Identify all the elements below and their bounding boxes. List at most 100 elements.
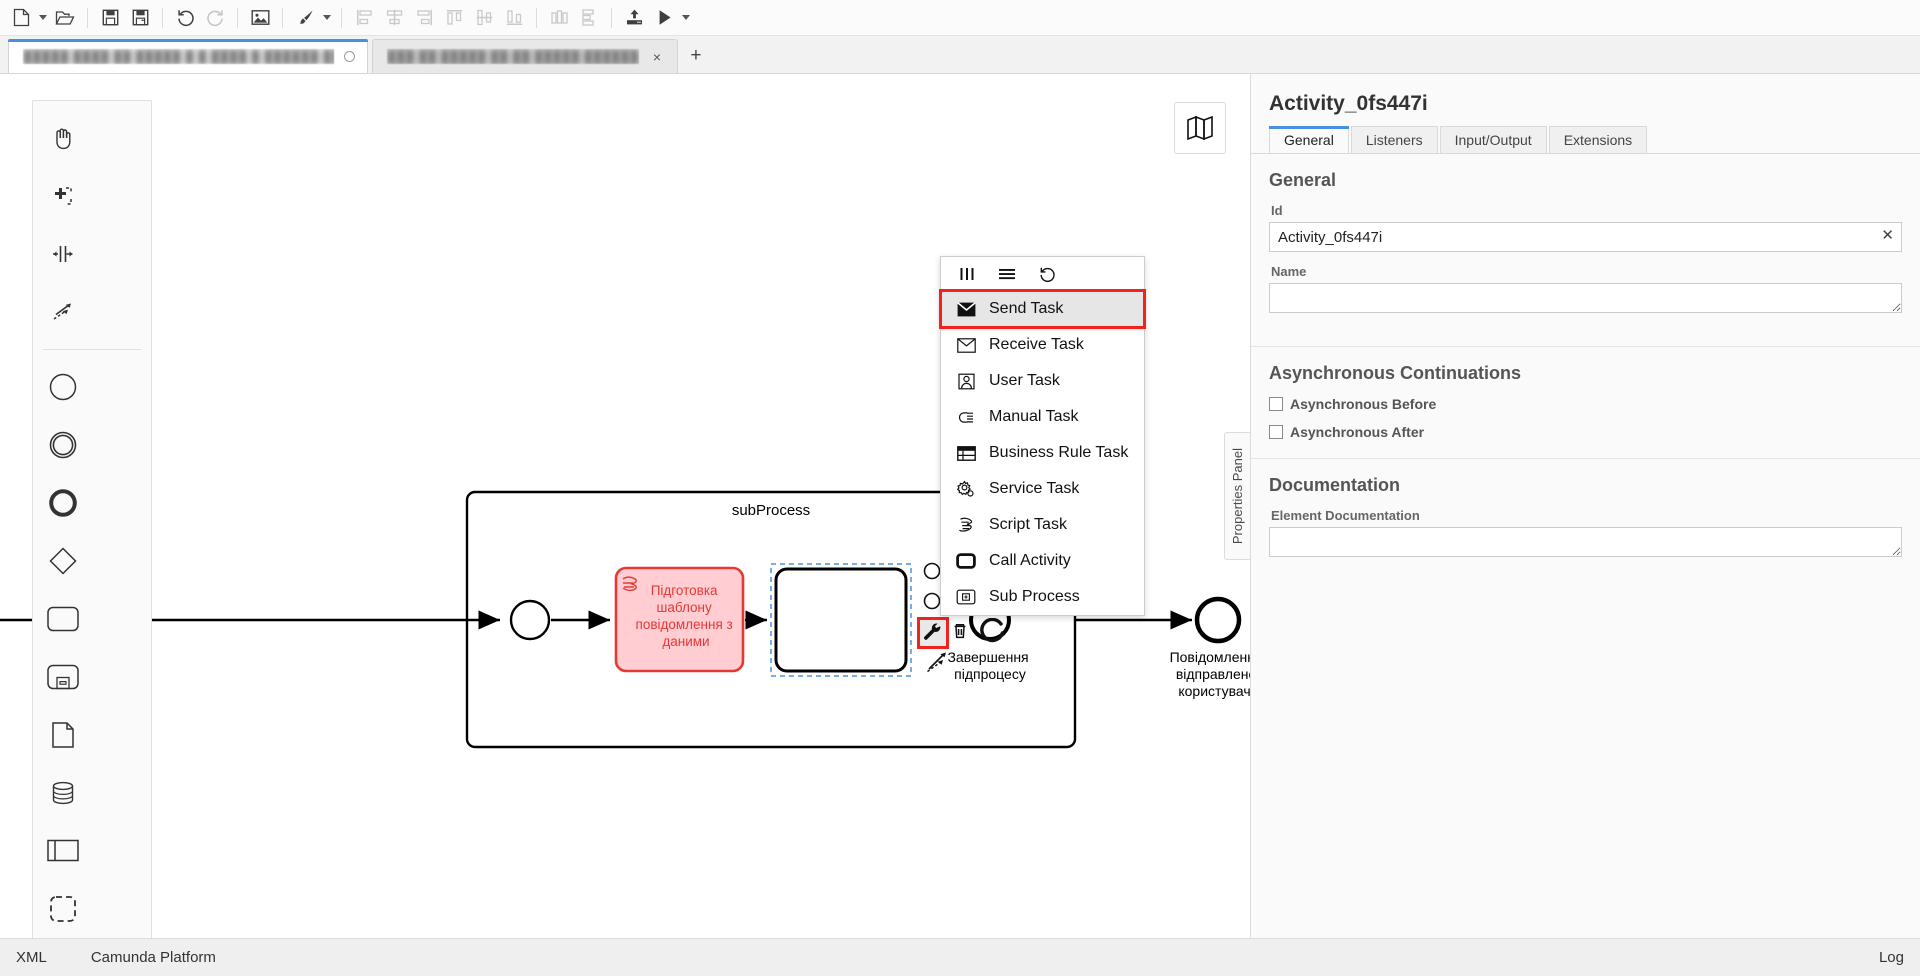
name-input[interactable] xyxy=(1269,283,1902,313)
id-input[interactable] xyxy=(1269,222,1902,252)
status-bar: XML Camunda Platform Log xyxy=(0,938,1920,976)
async-after-row[interactable]: Asynchronous After xyxy=(1269,424,1902,440)
replace-option-manual-task[interactable]: Manual Task xyxy=(941,399,1144,435)
async-continuations-group: Asynchronous Continuations Asynchronous … xyxy=(1251,347,1920,459)
connect-icon[interactable] xyxy=(925,648,953,674)
hand-tool-icon[interactable] xyxy=(33,109,93,167)
replace-option-label: Manual Task xyxy=(989,408,1079,426)
general-group: General Id ✕ Name xyxy=(1251,154,1920,347)
workspace: subProcess Підготовка шаблону повідомлен… xyxy=(0,74,1920,938)
wrench-glyph xyxy=(923,623,943,643)
status-engine-label[interactable]: Camunda Platform xyxy=(91,949,216,966)
tab-listeners[interactable]: Listeners xyxy=(1351,126,1438,153)
new-diagram-icon[interactable] xyxy=(6,4,36,32)
id-label: Id xyxy=(1271,203,1902,218)
replace-option-label: Business Rule Task xyxy=(989,444,1128,462)
async-after-checkbox[interactable] xyxy=(1269,425,1283,439)
lasso-tool-icon[interactable] xyxy=(33,167,93,225)
align-left-icon xyxy=(349,4,379,32)
replace-option-sub-process[interactable]: Sub Process xyxy=(941,579,1144,615)
data-object-icon[interactable] xyxy=(33,648,93,706)
append-task-icon[interactable] xyxy=(977,616,1007,646)
list-icon[interactable] xyxy=(987,259,1027,289)
app-window: █████ ████ ██ █████ █ █ ████ █ ██████ ██… xyxy=(0,0,1920,976)
deploy-icon[interactable] xyxy=(619,4,649,32)
tab-extensions[interactable]: Extensions xyxy=(1549,126,1647,153)
save-as-icon[interactable] xyxy=(125,4,155,32)
replace-option-service-task[interactable]: Service Task xyxy=(941,471,1144,507)
wrench-icon[interactable] xyxy=(920,620,946,646)
replace-option-label: Sub Process xyxy=(989,588,1080,606)
toolbar-separator xyxy=(536,8,537,28)
chevron-down-icon[interactable] xyxy=(36,4,50,32)
editor-tab-1[interactable]: █████ ████ ██ █████ █ █ ████ █ ██████ ██… xyxy=(8,39,368,73)
distribute-vertical-icon xyxy=(574,4,604,32)
replace-option-receive-task[interactable]: Receive Task xyxy=(941,327,1144,363)
redo-icon xyxy=(200,4,230,32)
palette-divider xyxy=(43,349,141,350)
start-process-icon[interactable] xyxy=(649,4,679,32)
participant-icon[interactable] xyxy=(33,822,93,880)
start-event-icon[interactable] xyxy=(33,358,93,416)
element-documentation-input[interactable] xyxy=(1269,527,1902,557)
element-documentation-label: Element Documentation xyxy=(1271,508,1902,523)
export-image-icon[interactable] xyxy=(245,4,275,32)
connect-tool-icon[interactable] xyxy=(33,283,93,341)
tab-bar: █████ ████ ██ █████ █ █ ████ █ ██████ ██… xyxy=(0,36,1920,74)
documentation-group: Documentation Element Documentation xyxy=(1251,459,1920,590)
replace-menu-header xyxy=(941,257,1144,291)
bpmn-palette xyxy=(32,100,152,938)
chevron-down-icon[interactable] xyxy=(679,4,693,32)
name-field-wrapper xyxy=(1269,283,1902,318)
minimap-toggle-button[interactable] xyxy=(1174,102,1226,154)
gateway-icon[interactable] xyxy=(33,532,93,590)
align-right-icon xyxy=(409,4,439,32)
replace-option-call-activity[interactable]: Call Activity xyxy=(941,543,1144,579)
subprocess-label: subProcess xyxy=(732,502,810,519)
replace-option-business-rule-task[interactable]: Business Rule Task xyxy=(941,435,1144,471)
bpmn-canvas[interactable]: subProcess Підготовка шаблону повідомлен… xyxy=(0,74,1250,938)
columns-icon[interactable] xyxy=(947,259,987,289)
space-tool-icon[interactable] xyxy=(33,225,93,283)
end-event-icon[interactable] xyxy=(33,474,93,532)
close-icon[interactable]: ✕ xyxy=(1881,228,1894,243)
editor-tab-2[interactable]: ███ ██ █████ ██ ██ █████ ██████ × xyxy=(372,39,678,73)
toolbar-separator xyxy=(282,8,283,28)
replace-option-user-task[interactable]: User Task xyxy=(941,363,1144,399)
toolbar-separator xyxy=(87,8,88,28)
end-event-shape xyxy=(1197,599,1239,641)
replace-option-script-task[interactable]: Script Task xyxy=(941,507,1144,543)
expanded-subprocess-icon[interactable] xyxy=(33,764,93,822)
async-before-row[interactable]: Asynchronous Before xyxy=(1269,396,1902,412)
undo-icon[interactable] xyxy=(170,4,200,32)
element-documentation-wrapper xyxy=(1269,527,1902,562)
async-before-checkbox[interactable] xyxy=(1269,397,1283,411)
close-icon[interactable]: × xyxy=(649,49,665,65)
replace-option-send-task[interactable]: Send Task xyxy=(941,291,1144,327)
replace-option-label: Receive Task xyxy=(989,336,1084,354)
chevron-down-icon[interactable] xyxy=(320,4,334,32)
tab-general[interactable]: General xyxy=(1269,126,1349,153)
tab-input-output[interactable]: Input/Output xyxy=(1440,126,1547,153)
id-field-wrapper: ✕ xyxy=(1269,222,1902,252)
receive-task-icon xyxy=(955,338,977,353)
new-tab-button[interactable]: + xyxy=(682,41,710,71)
reset-icon[interactable] xyxy=(1027,259,1067,289)
call-activity-icon xyxy=(955,553,977,569)
replace-element-menu: Send Task Receive Task User Task xyxy=(940,256,1145,616)
status-log-button[interactable]: Log xyxy=(1879,949,1904,966)
selected-task-shape xyxy=(776,569,906,671)
documentation-group-title: Documentation xyxy=(1269,475,1902,496)
trash-icon[interactable] xyxy=(949,620,971,642)
intermediate-event-icon[interactable] xyxy=(33,416,93,474)
data-store-icon[interactable] xyxy=(33,706,93,764)
properties-panel-toggle[interactable]: Properties Panel xyxy=(1224,432,1250,560)
open-folder-icon[interactable] xyxy=(50,4,80,32)
group-icon[interactable] xyxy=(33,880,93,938)
unsaved-indicator-icon[interactable] xyxy=(344,51,355,62)
task-icon[interactable] xyxy=(33,590,93,648)
paintbrush-icon[interactable] xyxy=(290,4,320,32)
status-xml-button[interactable]: XML xyxy=(16,949,47,966)
align-center-icon xyxy=(379,4,409,32)
save-icon[interactable] xyxy=(95,4,125,32)
